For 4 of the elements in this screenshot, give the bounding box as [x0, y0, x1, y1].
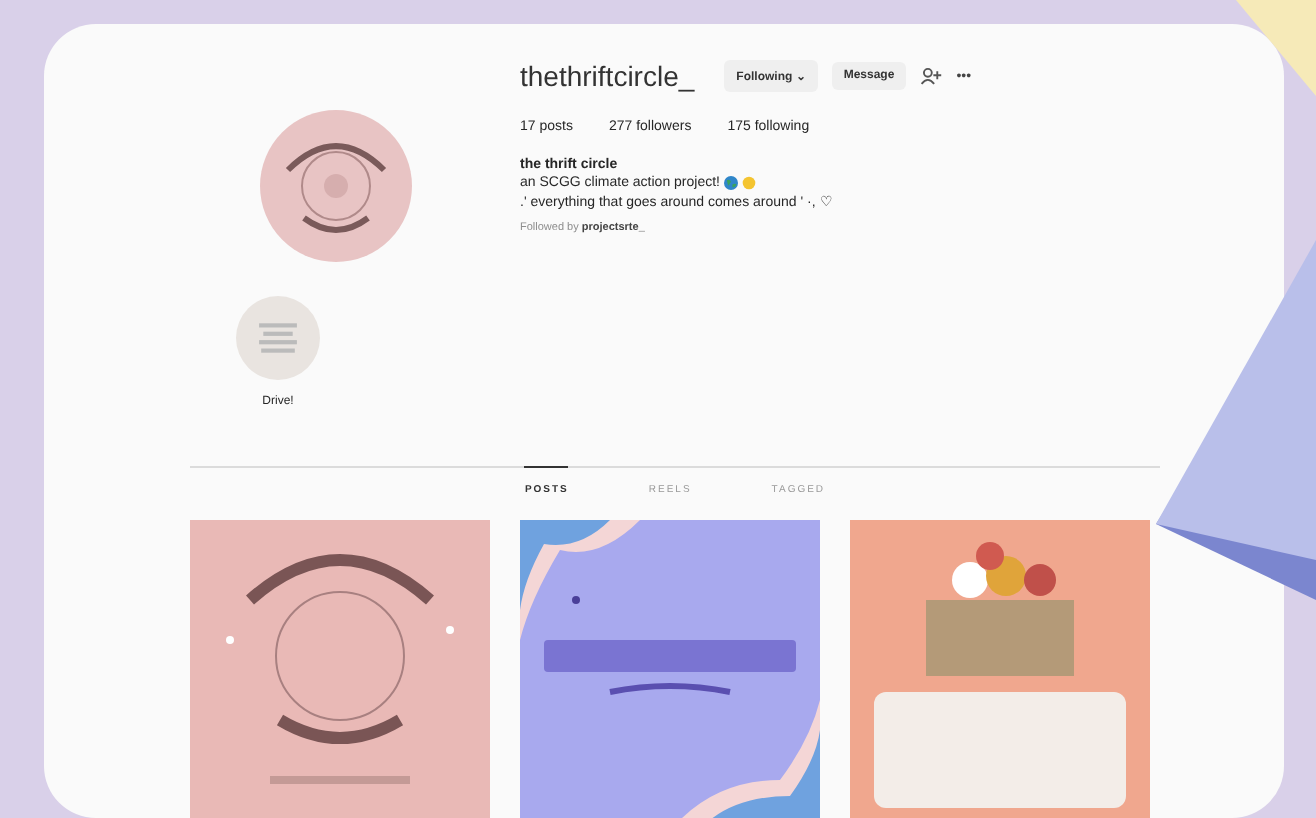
- username: thethriftcircle_: [520, 60, 695, 92]
- globe-icon: [724, 176, 738, 190]
- add-person-icon[interactable]: [920, 66, 943, 86]
- sun-icon: [742, 176, 756, 190]
